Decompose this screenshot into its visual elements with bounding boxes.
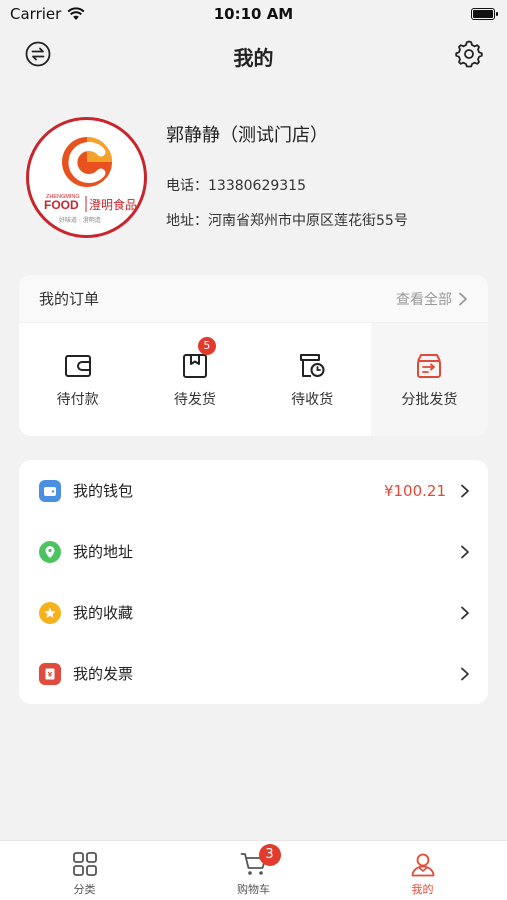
menu-item-invoice[interactable]: 我的发票: [19, 643, 488, 704]
menu-item-label: 我的地址: [73, 543, 134, 561]
pending-shipment-badge: 5: [197, 336, 216, 355]
chevron-right-icon: [461, 545, 469, 558]
order-item-label: 待付款: [56, 391, 99, 408]
tab-mine[interactable]: 我的: [338, 841, 507, 900]
logo-slogan: 好味道 · 澄明造: [59, 216, 101, 224]
location-pin-icon: [39, 540, 61, 563]
order-pending-shipment[interactable]: 5 待发货: [136, 323, 253, 436]
batch-shipping-icon: [417, 353, 442, 378]
store-logo: ZHENGMING FOOD 澄明食品 好味道 · 澄明造: [26, 117, 147, 238]
tab-cart[interactable]: 3 购物车: [169, 841, 338, 900]
menu-item-label: 我的钱包: [73, 482, 134, 500]
order-batch-shipment[interactable]: 分批发货: [370, 323, 488, 436]
status-bar: Carrier 10:10 AM: [0, 0, 507, 30]
wallet-icon: [39, 479, 61, 502]
page-title: 我的: [233, 46, 274, 70]
brand-logo-icon: ZHENGMING FOOD 澄明食品 好味道 · 澄明造: [44, 137, 137, 224]
order-item-label: 分批发货: [401, 391, 458, 408]
orders-title: 我的订单: [39, 290, 100, 308]
menu-item-address[interactable]: 我的地址: [19, 521, 488, 582]
user-icon: [411, 853, 434, 877]
settings-button[interactable]: [455, 40, 483, 68]
menu-card: 我的钱包 ¥100.21 我的地址 我的收藏 我的发票: [19, 460, 488, 704]
tab-label: 购物车: [237, 883, 270, 896]
chevron-right-icon: [461, 667, 469, 680]
status-time: 10:10 AM: [213, 5, 294, 23]
orders-header[interactable]: 我的订单 查看全部: [19, 275, 488, 323]
package-icon: [182, 353, 207, 378]
order-pending-receipt[interactable]: 待收货: [254, 323, 371, 436]
cart-badge: 3: [258, 844, 281, 866]
tab-bar: 分类 3 购物车 我的: [0, 840, 507, 900]
wallet-balance: ¥100.21: [383, 481, 446, 500]
chevron-right-icon: [461, 606, 469, 619]
view-all-orders-link[interactable]: 查看全部: [396, 289, 468, 309]
delivery-clock-icon: [300, 353, 325, 377]
order-item-label: 待收货: [291, 391, 334, 408]
logo-cn-text: 澄明食品: [89, 197, 137, 212]
order-pending-payment[interactable]: 待付款: [19, 323, 136, 436]
store-name: 郭静静（测试门店）: [166, 125, 328, 146]
view-all-label: 查看全部: [396, 291, 452, 308]
nav-bar: 我的: [0, 30, 507, 78]
store-phone: 电话：13380629315: [166, 178, 306, 194]
menu-item-wallet[interactable]: 我的钱包 ¥100.21: [19, 460, 488, 521]
tab-label: 我的: [411, 883, 434, 896]
order-status-row: 待付款 5 待发货 待收货 分批发货: [19, 323, 488, 436]
menu-item-favorites[interactable]: 我的收藏: [19, 582, 488, 643]
gear-icon: [455, 40, 483, 68]
wallet-icon: [64, 354, 91, 377]
tab-category[interactable]: 分类: [0, 841, 169, 900]
menu-item-label: 我的收藏: [73, 604, 134, 622]
tab-label: 分类: [73, 883, 96, 896]
star-icon: [39, 601, 61, 624]
chevron-right-icon: [461, 484, 469, 497]
order-item-label: 待发货: [173, 391, 216, 408]
profile-section: ZHENGMING FOOD 澄明食品 好味道 · 澄明造 郭静静（测试门店） …: [26, 115, 486, 240]
chevron-right-icon: [459, 292, 467, 305]
battery-icon: [471, 8, 498, 20]
logo-en-text: FOOD: [44, 198, 79, 212]
store-address: 地址：河南省郑州市中原区莲花街55号: [166, 213, 408, 229]
orders-card: 我的订单 查看全部 待付款 5 待发货 待收货 分批发货: [19, 275, 488, 436]
grid-icon: [72, 852, 97, 876]
menu-item-label: 我的发票: [73, 665, 134, 683]
invoice-icon: [39, 662, 61, 685]
